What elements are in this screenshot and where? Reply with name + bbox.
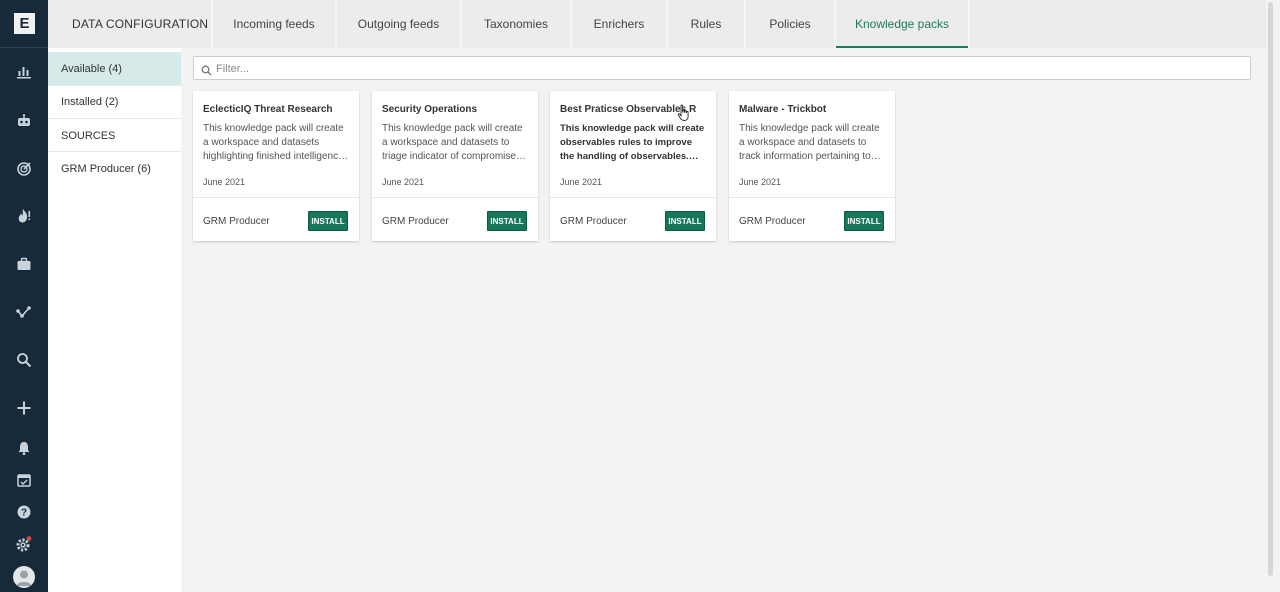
search-icon xyxy=(201,63,212,81)
page-scrollbar-thumb[interactable] xyxy=(1268,2,1273,576)
card-divider xyxy=(372,197,538,198)
app-rail: E ? xyxy=(0,0,48,592)
card-divider xyxy=(193,197,359,198)
tab-taxonomies[interactable]: Taxonomies xyxy=(462,0,572,48)
tab-rules[interactable]: Rules xyxy=(668,0,746,48)
svg-text:?: ? xyxy=(21,508,27,519)
card-producer: GRM Producer xyxy=(560,216,627,227)
graph-icon[interactable] xyxy=(12,302,36,322)
card-producer: GRM Producer xyxy=(203,216,270,227)
knowledge-pack-card[interactable]: Best Praticse Observables R This knowled… xyxy=(550,91,716,241)
sidebar-item-available[interactable]: Available (4) xyxy=(48,52,181,85)
user-avatar-icon[interactable] xyxy=(13,566,35,588)
sidebar-sources-heading: SOURCES xyxy=(61,130,116,142)
install-button[interactable]: INSTALL xyxy=(487,211,527,231)
card-date: June 2021 xyxy=(203,177,246,187)
settings-icon[interactable] xyxy=(12,534,36,554)
calendar-check-icon[interactable] xyxy=(12,470,36,490)
card-divider xyxy=(550,197,716,198)
card-producer: GRM Producer xyxy=(739,216,806,227)
knowledge-pack-card[interactable]: Security Operations This knowledge pack … xyxy=(372,91,538,241)
card-description: This knowledge pack will create a worksp… xyxy=(739,123,881,162)
bell-icon[interactable] xyxy=(12,438,36,458)
fire-icon[interactable] xyxy=(12,206,36,226)
filter-input[interactable] xyxy=(216,60,1236,77)
card-title: EclecticIQ Threat Research xyxy=(203,104,333,115)
card-producer: GRM Producer xyxy=(382,216,449,227)
tab-incoming-feeds[interactable]: Incoming feeds xyxy=(213,0,337,48)
briefcase-icon[interactable] xyxy=(12,254,36,274)
card-date: June 2021 xyxy=(560,177,603,187)
sidebar: Available (4) Installed (2) SOURCES GRM … xyxy=(48,48,181,592)
section-title: DATA CONFIGURATION xyxy=(48,0,213,48)
install-button[interactable]: INSTALL xyxy=(665,211,705,231)
robot-icon[interactable] xyxy=(12,111,36,131)
hand-pointer-icon xyxy=(677,104,691,127)
filter-box xyxy=(193,56,1251,80)
card-date: June 2021 xyxy=(739,177,782,187)
knowledge-pack-card[interactable]: Malware - Trickbot This knowledge pack w… xyxy=(729,91,895,241)
app-logo[interactable]: E xyxy=(14,13,35,34)
card-title: Malware - Trickbot xyxy=(739,104,827,115)
tab-policies[interactable]: Policies xyxy=(746,0,836,48)
card-title: Security Operations xyxy=(382,104,478,115)
card-description: This knowledge pack will create a worksp… xyxy=(203,123,349,162)
top-tab-bar: DATA CONFIGURATION Incoming feeds Outgoi… xyxy=(48,0,1266,48)
card-description: This knowledge pack will create a worksp… xyxy=(382,123,526,162)
card-description: This knowledge pack will create observab… xyxy=(560,123,705,162)
sidebar-item-grm-producer[interactable]: GRM Producer (6) xyxy=(48,152,181,185)
radar-icon[interactable] xyxy=(12,159,36,179)
install-button[interactable]: INSTALL xyxy=(844,211,884,231)
card-divider xyxy=(729,197,895,198)
search-icon[interactable] xyxy=(12,350,36,370)
tab-enrichers[interactable]: Enrichers xyxy=(572,0,668,48)
knowledge-pack-card[interactable]: EclecticIQ Threat Research This knowledg… xyxy=(193,91,359,241)
install-button[interactable]: INSTALL xyxy=(308,211,348,231)
bar-chart-icon[interactable] xyxy=(12,62,36,82)
tab-outgoing-feeds[interactable]: Outgoing feeds xyxy=(337,0,462,48)
rail-divider xyxy=(0,47,48,48)
plus-icon[interactable] xyxy=(12,398,36,418)
card-date: June 2021 xyxy=(382,177,425,187)
tab-knowledge-packs[interactable]: Knowledge packs xyxy=(836,0,970,48)
help-icon[interactable]: ? xyxy=(12,502,36,522)
sidebar-divider xyxy=(48,118,181,119)
sidebar-item-installed[interactable]: Installed (2) xyxy=(48,85,181,118)
